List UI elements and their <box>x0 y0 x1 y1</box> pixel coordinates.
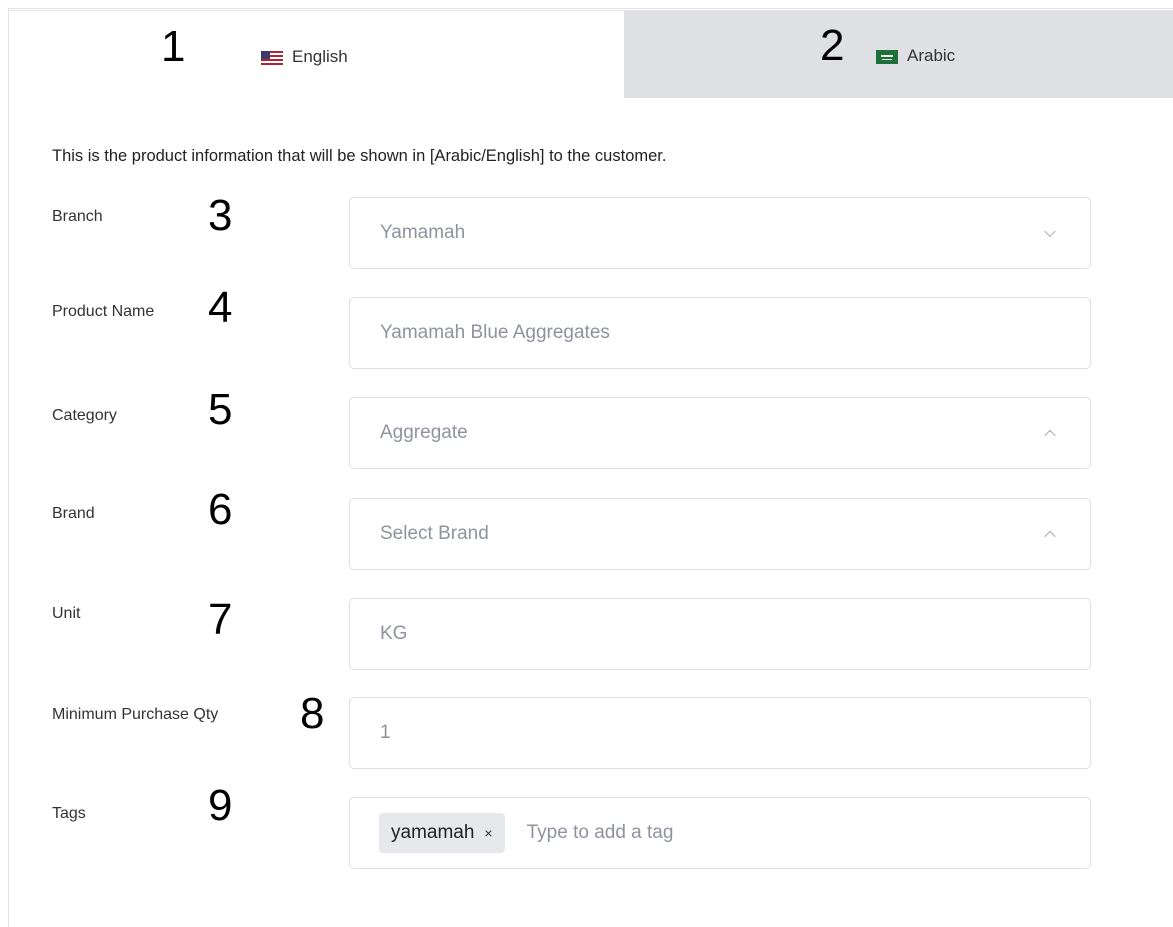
unit-value: KG <box>380 623 408 644</box>
brand-select-placeholder: Select Brand <box>380 523 489 544</box>
product-name-value: Yamamah Blue Aggregates <box>380 322 610 343</box>
tab-english-label: English <box>292 47 348 66</box>
close-icon[interactable]: × <box>484 825 492 841</box>
tags-label: Tags <box>52 805 86 822</box>
branch-label: Branch <box>52 208 103 225</box>
tag-input[interactable] <box>526 822 927 844</box>
unit-input[interactable]: KG <box>349 598 1091 670</box>
tag-chip-text: yamamah <box>391 822 475 843</box>
annotation-number-7: 7 <box>208 595 233 644</box>
annotation-number-8: 8 <box>300 689 325 738</box>
product-name-input[interactable]: Yamamah Blue Aggregates <box>349 297 1091 369</box>
category-select[interactable]: Aggregate <box>349 397 1091 469</box>
form-description: This is the product information that wil… <box>52 147 667 165</box>
min-purchase-qty-input[interactable]: 1 <box>349 697 1091 769</box>
annotation-number-3: 3 <box>208 191 233 240</box>
brand-label: Brand <box>52 505 95 522</box>
branch-select-value: Yamamah <box>380 222 466 243</box>
annotation-number-6: 6 <box>208 485 233 534</box>
us-flag-icon <box>261 50 283 65</box>
category-select-value: Aggregate <box>380 422 468 443</box>
chevron-up-icon <box>1044 429 1056 442</box>
saudi-flag-icon <box>876 49 898 64</box>
min-purchase-qty-value: 1 <box>380 722 391 743</box>
annotation-number-1: 1 <box>161 22 186 71</box>
chevron-up-icon <box>1044 530 1056 543</box>
brand-select[interactable]: Select Brand <box>349 498 1091 570</box>
chevron-down-icon <box>1044 225 1056 238</box>
annotation-number-9: 9 <box>208 781 233 830</box>
branch-select[interactable]: Yamamah <box>349 197 1091 269</box>
product-name-label: Product Name <box>52 303 155 320</box>
tag-chip: yamamah × <box>379 813 505 853</box>
category-label: Category <box>52 407 117 424</box>
min-purchase-qty-label: Minimum Purchase Qty <box>52 706 219 723</box>
annotation-number-4: 4 <box>208 283 233 332</box>
tab-english[interactable]: 1 English <box>9 10 624 98</box>
annotation-number-2: 2 <box>820 21 845 70</box>
unit-label: Unit <box>52 605 81 622</box>
tab-arabic-label: Arabic <box>907 46 956 65</box>
tags-input-container[interactable]: yamamah × <box>349 797 1091 869</box>
annotation-number-5: 5 <box>208 385 233 434</box>
tab-arabic[interactable]: 2 Arabic <box>624 10 1173 98</box>
